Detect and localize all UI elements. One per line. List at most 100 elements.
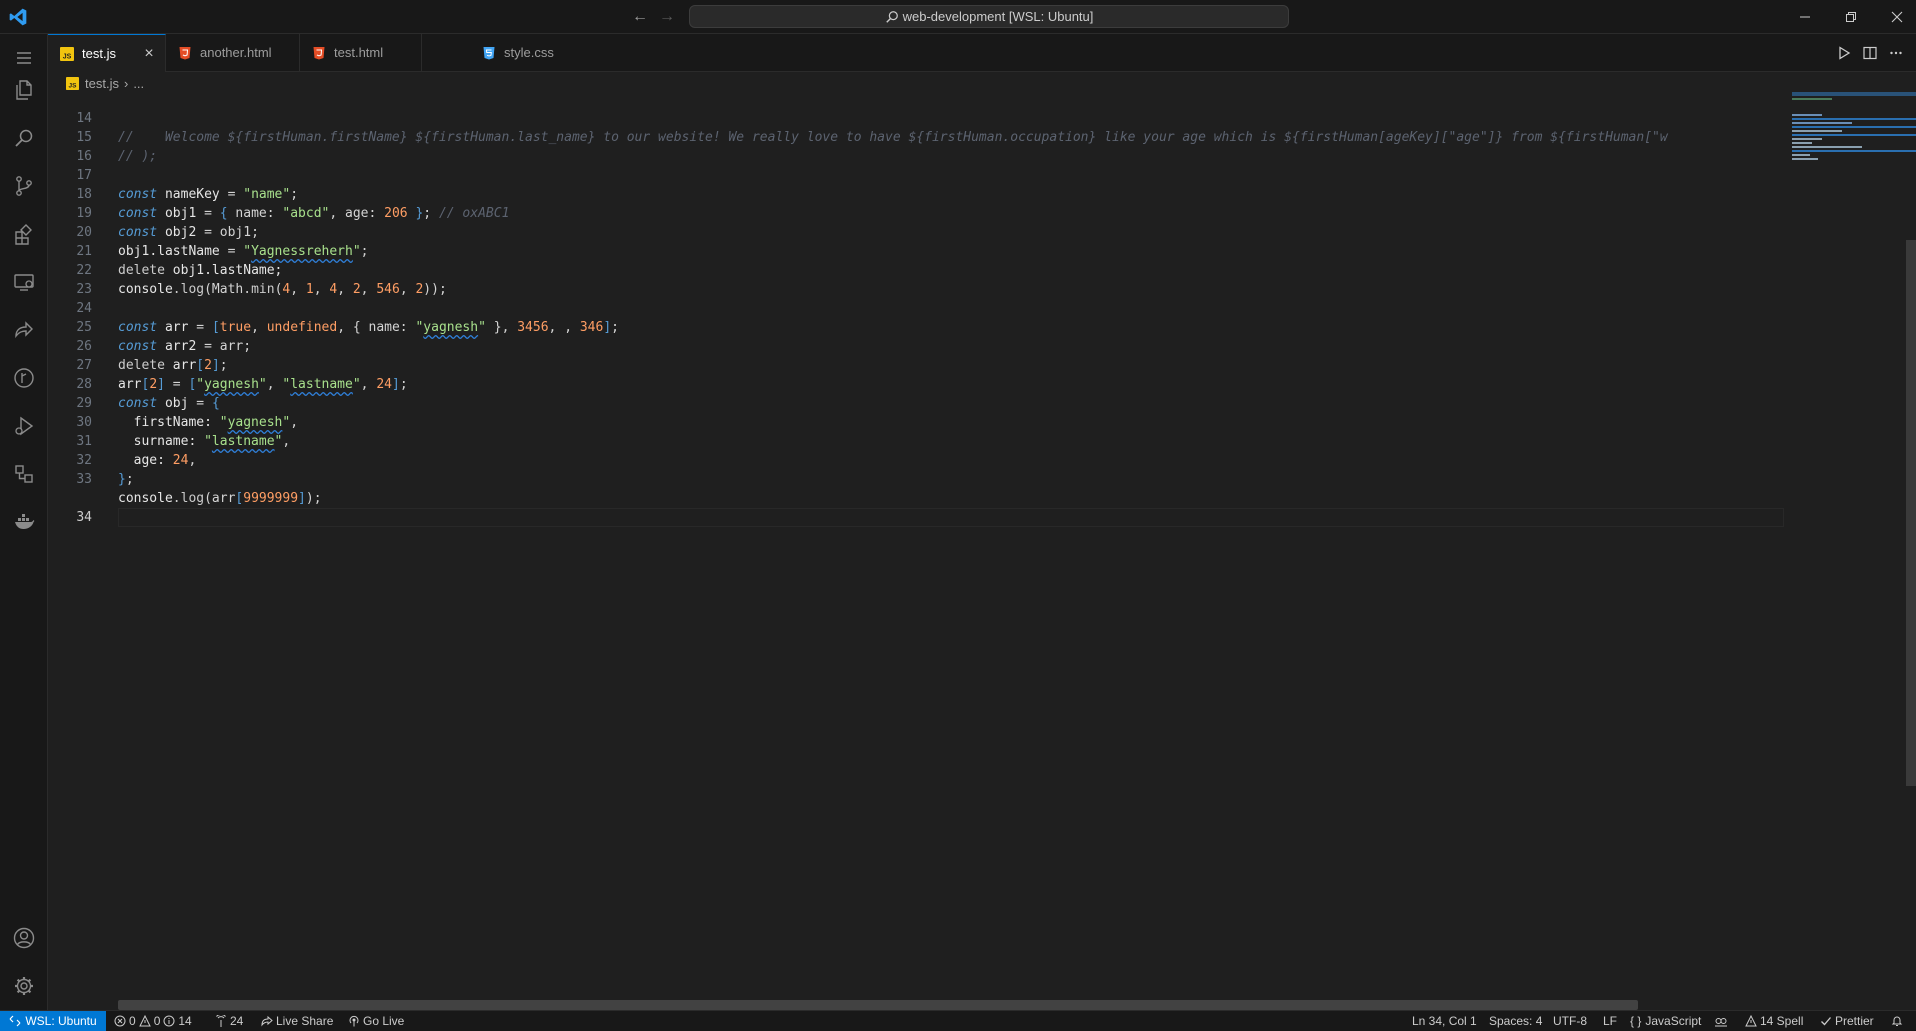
code-line: 30 surname: "lastname",	[48, 394, 1788, 449]
cursor-position[interactable]: Ln 34, Col 1	[1412, 1011, 1477, 1031]
ellipsis-icon	[1890, 51, 1902, 55]
title-bar: ← → web-development [WSL: Ubuntu]	[0, 0, 1916, 34]
tab-label: test.js	[82, 46, 116, 61]
ports-antenna-icon	[216, 1015, 226, 1027]
bell-icon	[1891, 1016, 1903, 1026]
run-code-button[interactable]	[1834, 43, 1854, 63]
code-line: 29 firstName: "yagnesh",	[48, 375, 1788, 430]
js-file-icon: JS	[66, 76, 79, 90]
eol-status[interactable]: LF	[1603, 1011, 1617, 1031]
code-line: 25 const arr2 = arr;	[48, 299, 1788, 354]
git-graph-icon	[14, 368, 34, 388]
manage-settings-button[interactable]	[0, 962, 48, 1010]
code-editor[interactable]: 14 // Welcome ${firstHuman.firstName} ${…	[48, 90, 1788, 1000]
accounts-button[interactable]	[0, 914, 48, 962]
line-number: 34	[76, 510, 92, 525]
go-live-label: Go Live	[363, 1014, 405, 1028]
tab-style-css[interactable]: style.css	[422, 34, 554, 71]
info-icon	[163, 1015, 175, 1027]
vertical-scrollbar[interactable]	[1906, 240, 1916, 786]
encoding-status[interactable]: UTF-8	[1553, 1011, 1587, 1031]
warning-icon	[138, 1015, 151, 1027]
eol-text: LF	[1603, 1014, 1618, 1028]
braces-icon: { }	[1630, 1014, 1642, 1028]
remote-label: WSL: Ubuntu	[25, 1014, 97, 1028]
punct: );	[305, 491, 322, 506]
language-text: JavaScript	[1645, 1014, 1702, 1028]
code-line: 14 // Welcome ${firstHuman.firstName} ${…	[48, 90, 1788, 145]
number: 9999999	[243, 491, 299, 506]
remote-explorer-button[interactable]	[0, 258, 48, 306]
remote-explorer-icon	[14, 274, 34, 291]
back-arrow-icon[interactable]: ←	[630, 7, 650, 27]
check-icon	[1821, 1017, 1831, 1026]
search-view-button[interactable]	[0, 114, 48, 162]
identifier: console	[118, 491, 173, 506]
prettier-text: Prettier	[1835, 1014, 1874, 1028]
command-center-search[interactable]: web-development [WSL: Ubuntu]	[689, 5, 1289, 28]
more-actions-button[interactable]	[1886, 43, 1906, 63]
activity-bar	[0, 34, 48, 1010]
extensions-button[interactable]	[0, 210, 48, 258]
editor-tab-bar: JS test.js × another.html test.html styl…	[48, 34, 1916, 72]
code-line: 15 // );	[48, 109, 1788, 164]
tab-another-html[interactable]: another.html	[166, 34, 300, 71]
spell-text: 14 Spell	[1760, 1014, 1804, 1028]
live-share-button[interactable]	[0, 306, 48, 354]
spaces-text: Spaces: 4	[1489, 1014, 1543, 1028]
run-debug-button[interactable]	[0, 402, 48, 450]
code-line: 16	[48, 128, 1788, 164]
search-icon	[15, 129, 33, 147]
docker-whale-icon	[15, 514, 35, 529]
code-line: 32 };	[48, 432, 1788, 487]
restore-button[interactable]	[1828, 0, 1874, 34]
remote-indicator[interactable]: WSL: Ubuntu	[0, 1011, 106, 1031]
go-live-status[interactable]: Go Live	[348, 1011, 404, 1031]
gear-icon	[15, 977, 33, 995]
horizontal-scrollbar[interactable]	[118, 1000, 1638, 1010]
encoding-text: UTF-8	[1553, 1014, 1587, 1028]
code-line: 17 const nameKey = "name";	[48, 147, 1788, 202]
search-text: web-development [WSL: Ubuntu]	[902, 9, 1094, 24]
code-line: 18 const obj1 = { name: "abcd", age: 206…	[48, 166, 1788, 221]
account-icon	[13, 927, 35, 949]
restore-icon	[1846, 12, 1856, 22]
containers-button[interactable]	[0, 450, 48, 498]
problems-indicator[interactable]: 0 0 14	[114, 1011, 192, 1031]
error-icon	[114, 1015, 126, 1027]
error-count: 0	[129, 1014, 136, 1028]
play-icon	[1839, 46, 1851, 60]
forward-arrow-icon[interactable]: →	[657, 7, 677, 27]
language-mode[interactable]: { } JavaScript	[1630, 1011, 1701, 1031]
code-line-current: 34	[48, 470, 1788, 527]
close-tab-icon[interactable]: ×	[141, 46, 157, 62]
html-file-icon	[179, 46, 191, 59]
minimize-button[interactable]	[1782, 0, 1828, 34]
minimap[interactable]	[1788, 90, 1916, 1000]
prettier-status[interactable]: Prettier	[1820, 1011, 1874, 1031]
split-editor-button[interactable]	[1860, 43, 1880, 63]
tab-test-html[interactable]: test.html	[300, 34, 422, 71]
svg-text:JS: JS	[69, 82, 78, 89]
punct: (arr	[204, 491, 236, 506]
breadcrumb-symbol[interactable]: ...	[133, 76, 144, 91]
breadcrumb-file[interactable]: test.js	[85, 76, 119, 91]
close-window-button[interactable]	[1874, 0, 1916, 34]
notifications-button[interactable]	[1891, 1011, 1906, 1031]
copilot-status[interactable]	[1714, 1011, 1731, 1031]
tab-test-js[interactable]: JS test.js ×	[48, 34, 166, 72]
spell-check-status[interactable]: 14 Spell	[1745, 1011, 1803, 1031]
js-file-icon: JS	[60, 46, 74, 61]
ports-indicator[interactable]: 24	[215, 1011, 243, 1031]
code-line: 33 console.log(arr[9999999]);	[48, 451, 1788, 506]
source-control-button[interactable]	[0, 162, 48, 210]
split-editor-icon	[1863, 46, 1877, 60]
code-line: 23	[48, 261, 1788, 297]
svg-text:JS: JS	[63, 53, 72, 60]
source-control-icon	[16, 176, 32, 196]
live-share-status[interactable]: Live Share	[261, 1011, 333, 1031]
indentation-status[interactable]: Spaces: 4	[1489, 1011, 1542, 1031]
docker-button[interactable]	[0, 498, 48, 546]
explorer-button[interactable]	[0, 66, 48, 114]
git-graph-button[interactable]	[0, 354, 48, 402]
